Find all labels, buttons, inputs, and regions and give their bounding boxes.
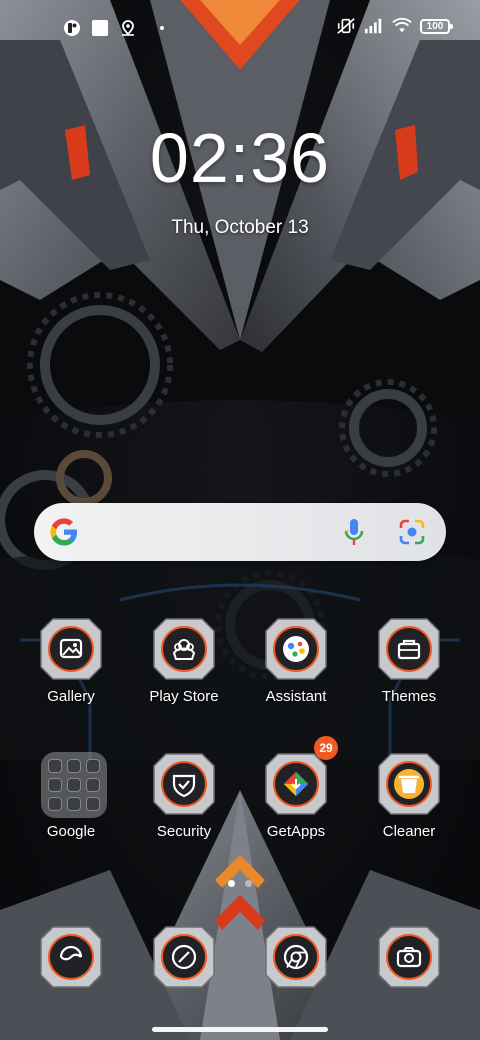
cleaner-icon [377, 752, 441, 816]
square-notification-icon [90, 18, 110, 38]
mini-app-icon [85, 796, 100, 811]
folder-preview [41, 752, 107, 818]
microphone-icon[interactable] [340, 517, 368, 547]
status-bar-left [62, 18, 164, 38]
app-label: Themes [381, 688, 437, 705]
mini-app-icon [66, 796, 81, 811]
battery-indicator: 100 [420, 18, 453, 34]
mini-app-icon [66, 759, 81, 774]
more-notifications-dot [160, 26, 164, 30]
page-indicator[interactable] [0, 880, 480, 887]
page-dot-active[interactable] [228, 880, 235, 887]
dock-phone[interactable] [21, 925, 121, 989]
clock-time[interactable]: 02:36 [0, 118, 480, 198]
play-store-icon [152, 617, 216, 681]
vibrate-off-icon [336, 16, 356, 36]
status-bar-right: 100 [336, 16, 453, 36]
app-cleaner[interactable]: Cleaner [359, 752, 459, 840]
signal-bars-icon [364, 16, 384, 36]
phone-icon [39, 925, 103, 989]
app-label: Google [46, 823, 96, 840]
mini-app-icon [85, 759, 100, 774]
dock-chrome[interactable] [246, 925, 346, 989]
camera-lens-icon[interactable] [398, 518, 426, 546]
app-label: Assistant [265, 688, 327, 705]
app-assistant[interactable]: Assistant [246, 617, 346, 705]
home-screen: 100 02:36 Thu, October 13 Gallery Play S… [0, 0, 480, 1040]
security-icon [152, 752, 216, 816]
themes-icon [377, 617, 441, 681]
mini-app-icon [48, 777, 63, 792]
page-dot[interactable] [245, 880, 252, 887]
wifi-icon [392, 16, 412, 36]
mini-app-icon [48, 796, 63, 811]
camera-icon [377, 925, 441, 989]
getapps-icon: 29 [264, 736, 338, 816]
google-g-icon [50, 518, 77, 546]
assistant-icon [264, 617, 328, 681]
dock-messages[interactable] [134, 925, 234, 989]
app-label: Play Store [149, 688, 219, 705]
notification-badge: 29 [314, 736, 338, 760]
app-getapps[interactable]: 29 GetApps [246, 736, 346, 840]
status-bar: 100 [0, 0, 480, 56]
messages-icon [152, 925, 216, 989]
app-themes[interactable]: Themes [359, 617, 459, 705]
app-label: Gallery [47, 688, 95, 705]
app-label: Security [156, 823, 212, 840]
app-security[interactable]: Security [134, 752, 234, 840]
app-label: Cleaner [382, 823, 436, 840]
folder-icon [39, 752, 107, 818]
mini-app-icon [66, 777, 81, 792]
gallery-icon [39, 617, 103, 681]
mini-app-icon [85, 777, 100, 792]
google-search-bar[interactable] [34, 503, 446, 561]
app-folder-google[interactable]: Google [21, 752, 121, 840]
dock-camera[interactable] [359, 925, 459, 989]
clock-date[interactable]: Thu, October 13 [0, 217, 480, 239]
chrome-icon [264, 925, 328, 989]
app-label: GetApps [266, 823, 326, 840]
mini-app-icon [48, 759, 63, 774]
app-gallery[interactable]: Gallery [21, 617, 121, 705]
app-notification-icon [62, 18, 82, 38]
home-gesture-bar[interactable] [152, 1027, 328, 1032]
location-pin-icon [118, 18, 138, 38]
app-play-store[interactable]: Play Store [134, 617, 234, 705]
